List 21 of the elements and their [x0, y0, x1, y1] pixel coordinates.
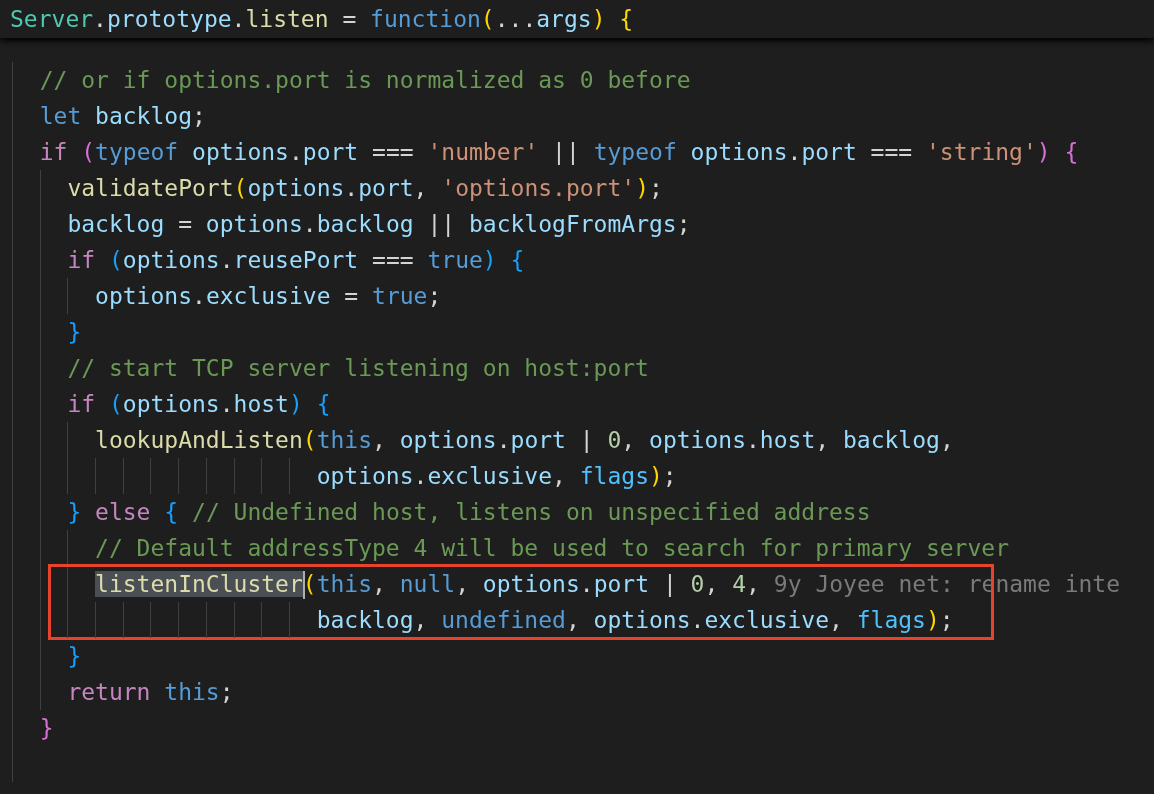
text-cursor: [302, 571, 305, 600]
code-line: } else { // Undefined host, listens on unspecified address: [67, 498, 871, 527]
code-line: }: [67, 318, 82, 347]
code-line: backlog, undefined, options.exclusive, flags);: [316, 606, 954, 635]
code-line: if (typeof options.port === 'number' || typeof options.port === 'string') {: [39, 138, 1079, 167]
code-line: lookupAndListen(this, options.port | 0, options.host, backlog,: [95, 426, 954, 455]
code-line: if (options.host) {: [67, 390, 331, 419]
code-line: options.exclusive = true;: [95, 282, 442, 311]
code-line: listenInCluster(this, null, options.port | 0, 4,: [95, 568, 760, 600]
code-line: }: [39, 714, 54, 743]
code-line: }: [67, 642, 82, 671]
code-line: // or if options.port is normalized as 0 before: [39, 66, 691, 95]
code-line: // Default addressType 4 will be used to search for primary server: [95, 534, 1009, 563]
code-line: // start TCP server listening on host:port: [67, 354, 649, 383]
code-line: backlog = options.backlog || backlogFromArgs;: [67, 210, 691, 239]
code-line: Server.prototype.listen = function(...args) {: [10, 5, 634, 34]
code-line: return this;: [67, 678, 234, 707]
code-line: let backlog;: [39, 102, 206, 131]
code-line: if (options.reusePort === true) {: [67, 246, 525, 275]
code-line: validatePort(options.port, 'options.port');: [67, 174, 663, 203]
code-line: options.exclusive, flags);: [316, 462, 677, 491]
